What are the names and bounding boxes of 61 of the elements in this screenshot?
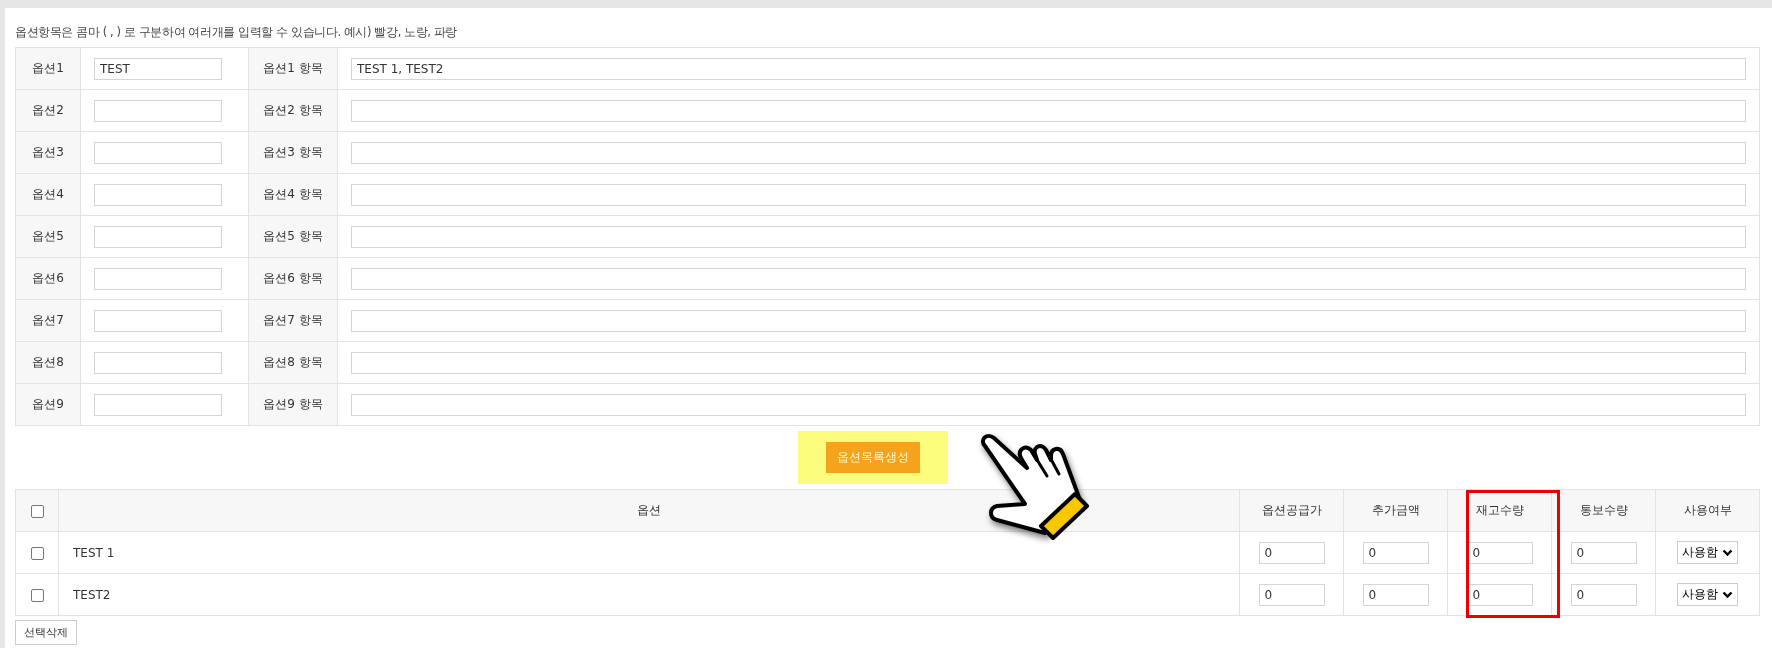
option-items-field[interactable]: [351, 267, 1746, 290]
use-select[interactable]: 사용함: [1677, 583, 1738, 606]
table-cell: TEST2: [58, 573, 1240, 616]
column-header: 사용여부: [1655, 489, 1760, 532]
number-field[interactable]: 0: [1362, 541, 1429, 564]
number-field[interactable]: 0: [1258, 541, 1325, 564]
select-all-checkbox[interactable]: [30, 504, 44, 518]
option-items-field[interactable]: TEST 1, TEST2: [351, 57, 1746, 80]
chevron-down-icon: [1722, 590, 1733, 599]
option-items-field[interactable]: [351, 183, 1746, 206]
row-checkbox[interactable]: [30, 588, 44, 602]
option-items-field[interactable]: [351, 225, 1746, 248]
option-label: 옵션5: [15, 215, 81, 258]
option-items-label: 옵션6 항목: [248, 257, 338, 300]
option-items-label: 옵션8 항목: [248, 341, 338, 384]
option-name-field[interactable]: [94, 225, 222, 248]
option-items-field[interactable]: [351, 309, 1746, 332]
column-header: 추가금액: [1343, 489, 1448, 532]
number-field[interactable]: 0: [1466, 583, 1533, 606]
option-name-field[interactable]: [94, 393, 222, 416]
option-items-field[interactable]: [351, 393, 1746, 416]
row-checkbox[interactable]: [30, 546, 44, 560]
option-label: 옵션4: [15, 173, 81, 216]
option-name-field[interactable]: TEST: [94, 57, 222, 80]
option-label: 옵션6: [15, 257, 81, 300]
option-label: 옵션1: [15, 47, 81, 90]
option-items-label: 옵션1 항목: [248, 47, 338, 90]
option-label: 옵션3: [15, 131, 81, 174]
option-label: 옵션9: [15, 383, 81, 426]
option-name-field[interactable]: [94, 183, 222, 206]
option-items-label: 옵션4 항목: [248, 173, 338, 216]
number-field[interactable]: 0: [1570, 541, 1637, 564]
option-items-field[interactable]: [351, 351, 1746, 374]
help-text: 옵션항목은 콤마 ( , ) 로 구분하여 여러개를 입력할 수 있습니다. 예시) 빨강, 노랑, 파랑: [15, 24, 459, 41]
option-name-field[interactable]: [94, 99, 222, 122]
option-name-field[interactable]: [94, 141, 222, 164]
chevron-down-icon: [1722, 548, 1733, 557]
option-items-field[interactable]: [351, 99, 1746, 122]
number-field[interactable]: 0: [1258, 583, 1325, 606]
option-label: 옵션2: [15, 89, 81, 132]
option-items-label: 옵션5 항목: [248, 215, 338, 258]
number-field[interactable]: 0: [1362, 583, 1429, 606]
option-label: 옵션7: [15, 299, 81, 342]
column-header: 옵션공급가: [1239, 489, 1344, 532]
option-name-field[interactable]: [94, 267, 222, 290]
column-header: 재고수량: [1447, 489, 1552, 532]
number-field[interactable]: 0: [1570, 583, 1637, 606]
option-items-label: 옵션2 항목: [248, 89, 338, 132]
option-items-label: 옵션3 항목: [248, 131, 338, 174]
column-header: 통보수량: [1551, 489, 1656, 532]
option-label: 옵션8: [15, 341, 81, 384]
option-items-field[interactable]: [351, 141, 1746, 164]
option-name-field[interactable]: [94, 309, 222, 332]
number-field[interactable]: 0: [1466, 541, 1533, 564]
delete-selected-button[interactable]: 선택삭제: [15, 620, 77, 645]
option-name-field[interactable]: [94, 351, 222, 374]
column-header: 옵션: [58, 489, 1240, 532]
table-cell: TEST 1: [58, 531, 1240, 574]
option-items-label: 옵션7 항목: [248, 299, 338, 342]
use-select[interactable]: 사용함: [1677, 541, 1738, 564]
option-items-label: 옵션9 항목: [248, 383, 338, 426]
